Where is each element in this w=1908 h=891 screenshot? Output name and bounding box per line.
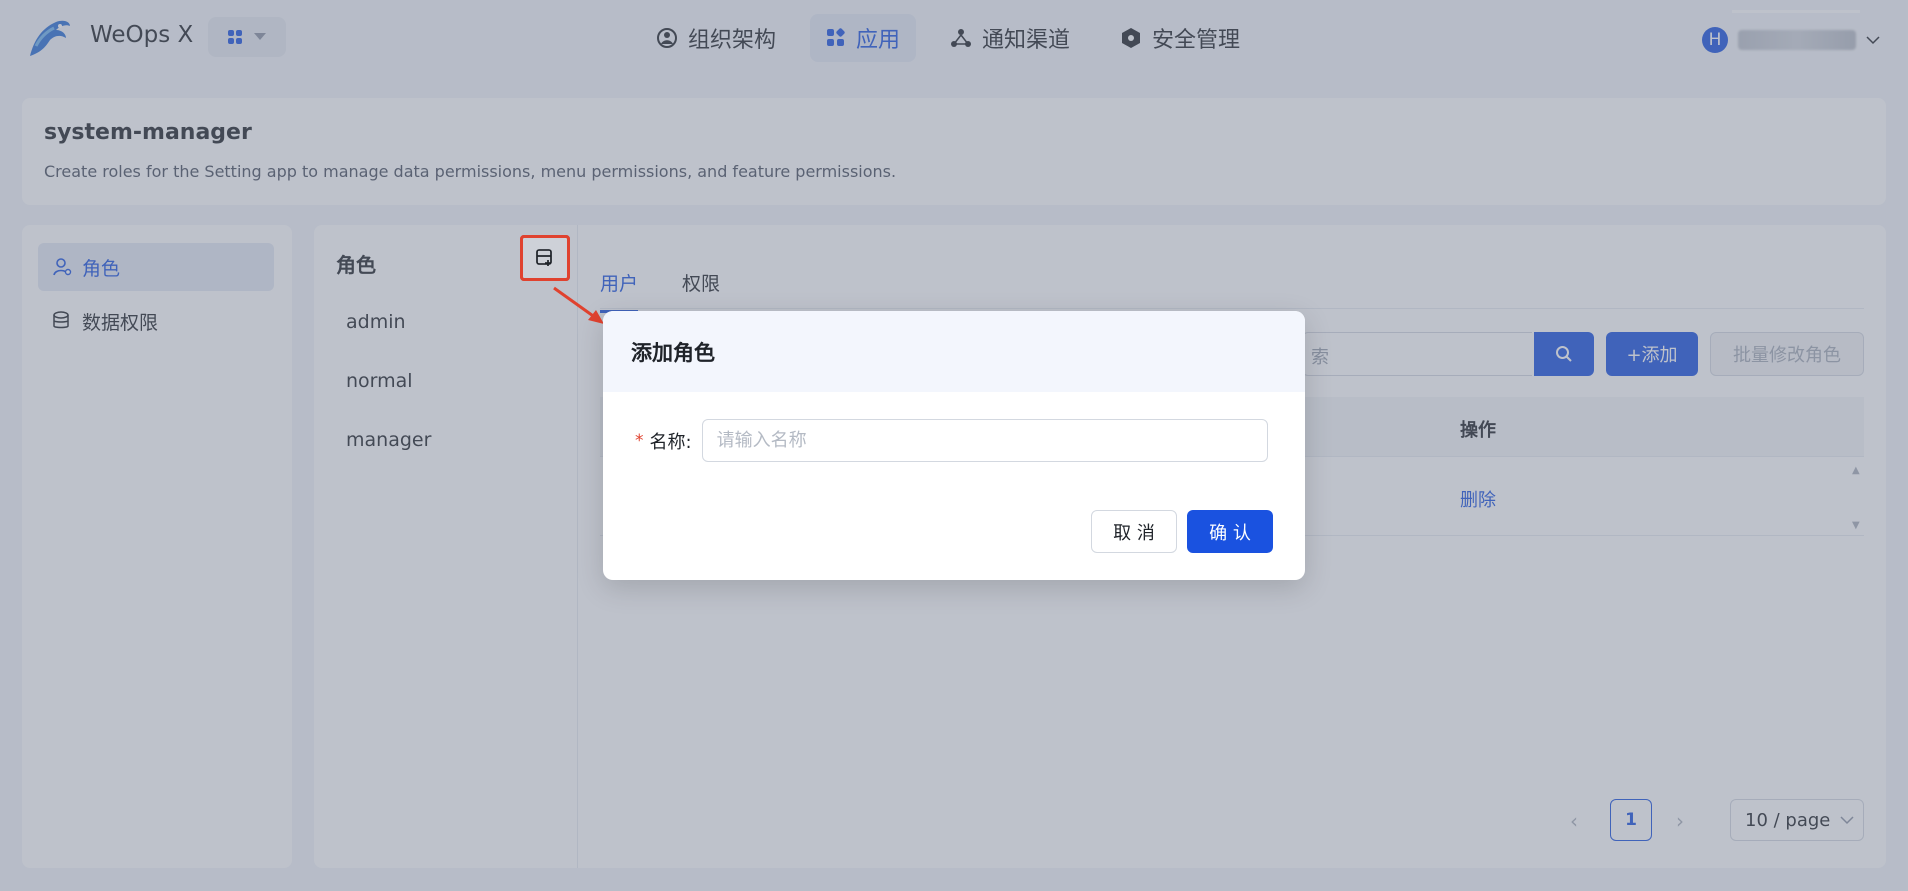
annotation-arrow-icon: [553, 286, 604, 324]
confirm-button[interactable]: 确 认: [1187, 510, 1273, 553]
add-role-dialog: 添加角色 * 名称: 取 消 确 认: [603, 311, 1305, 580]
name-input[interactable]: [701, 419, 1268, 462]
annotation-highlight-box: [520, 235, 570, 281]
dialog-title: 添加角色: [603, 311, 1305, 392]
cancel-button[interactable]: 取 消: [1091, 510, 1177, 553]
required-marker: *: [635, 430, 644, 451]
name-field-row: * 名称:: [635, 419, 1268, 462]
name-field-label: 名称:: [649, 431, 692, 453]
add-file-icon: [536, 249, 552, 266]
